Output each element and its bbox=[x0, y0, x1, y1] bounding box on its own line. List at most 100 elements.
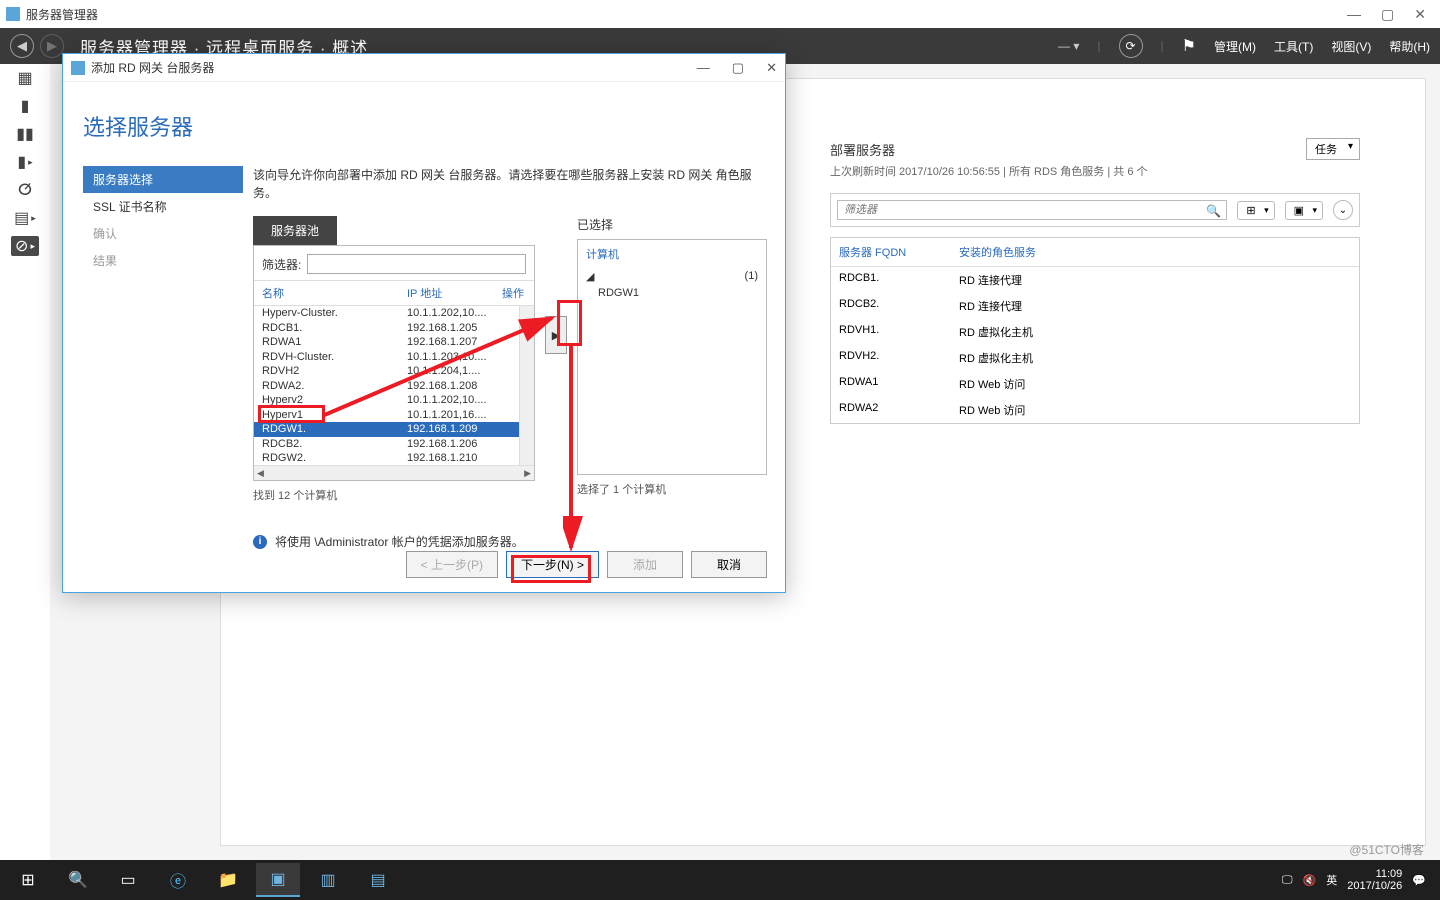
list-item: Hyperv210.1.1.202,10.... bbox=[254, 393, 534, 408]
col-roles[interactable]: 安装的角色服务 bbox=[959, 244, 1036, 260]
dialog-description: 该向导允许你向部署中添加 RD 网关 台服务器。请选择要在哪些服务器上安装 RD… bbox=[253, 166, 767, 202]
vscrollbar[interactable] bbox=[519, 306, 534, 465]
filter-pill-1[interactable]: ⊞ bbox=[1237, 201, 1274, 220]
refresh-button[interactable]: ⟳ bbox=[1119, 34, 1143, 58]
deploy-filter-input[interactable] bbox=[837, 200, 1227, 220]
col-fqdn[interactable]: 服务器 FQDN bbox=[839, 244, 959, 260]
add-rd-gateway-dialog: 添加 RD 网关 台服务器 — ▢ ✕ 选择服务器 服务器选择 SSL 证书名称… bbox=[62, 53, 786, 593]
selected-box: 计算机 ◢ (1) RDGW1 bbox=[577, 239, 767, 475]
explorer-icon[interactable]: 📁 bbox=[206, 863, 250, 897]
ime-indicator[interactable]: 英 bbox=[1326, 872, 1337, 888]
rail-rds-icon[interactable]: ⊘▸ bbox=[11, 236, 39, 256]
flag-icon[interactable]: ⚑ bbox=[1182, 36, 1196, 56]
wizard-steps: 服务器选择 SSL 证书名称 确认 结果 bbox=[63, 166, 243, 550]
search-button[interactable]: 🔍 bbox=[56, 863, 100, 897]
app-icon-2[interactable]: ▤ bbox=[356, 863, 400, 897]
col-name[interactable]: 名称 bbox=[262, 285, 407, 301]
start-button[interactable]: ⊞ bbox=[6, 863, 50, 897]
table-row[interactable]: RDVH1.RD 虚拟化主机 bbox=[831, 319, 1359, 345]
add-arrow-button[interactable]: ▶ bbox=[545, 316, 567, 354]
clock[interactable]: 11:09 2017/10/26 bbox=[1347, 868, 1402, 892]
list-item: Hyperv110.1.1.201,16.... bbox=[254, 408, 534, 423]
dash-indicator: — ▾ bbox=[1058, 39, 1079, 53]
deploy-title: 部署服务器 bbox=[830, 140, 1360, 159]
tab-server-pool[interactable]: 服务器池 bbox=[253, 216, 337, 245]
list-item: Hyperv-Cluster.10.1.1.202,10.... bbox=[254, 306, 534, 321]
server-pool-list[interactable]: Hyperv-Cluster.10.1.1.202,10.... RDCB1.1… bbox=[254, 305, 534, 465]
next-button[interactable]: 下一步(N) > bbox=[506, 551, 599, 578]
window-title: 服务器管理器 bbox=[26, 6, 98, 23]
selected-footer: 选择了 1 个计算机 bbox=[577, 481, 767, 497]
minimize-button[interactable]: — bbox=[1347, 6, 1361, 23]
back-button[interactable]: ◀ bbox=[10, 34, 34, 58]
filter-pill-2[interactable]: ▣ bbox=[1285, 201, 1323, 220]
rail-hyperv-icon[interactable]: ▤▸ bbox=[14, 208, 36, 228]
selected-col-header: 计算机 bbox=[586, 246, 758, 262]
app-icon bbox=[6, 7, 20, 21]
forward-button[interactable]: ▶ bbox=[40, 34, 64, 58]
table-row[interactable]: RDWA1RD Web 访问 bbox=[831, 371, 1359, 397]
tray-sound-icon[interactable]: 🔇 bbox=[1303, 874, 1317, 887]
found-count: 找到 12 个计算机 bbox=[253, 487, 535, 503]
list-item: RDGW2.192.168.1.210 bbox=[254, 451, 534, 465]
notifications-icon[interactable]: 💬 bbox=[1412, 874, 1426, 887]
rail-local-icon[interactable]: ▮ bbox=[14, 96, 36, 116]
add-button: 添加 bbox=[607, 551, 683, 578]
server-pool-box: 筛选器: 名称 IP 地址 操作 Hyperv-Cluster.10.1.1.2… bbox=[253, 245, 535, 481]
step-confirm: 确认 bbox=[83, 220, 243, 247]
list-item: RDCB2.192.168.1.206 bbox=[254, 437, 534, 452]
list-item: RDCB1.192.168.1.205 bbox=[254, 321, 534, 336]
dialog-heading: 选择服务器 bbox=[63, 82, 785, 142]
col-ip[interactable]: IP 地址 bbox=[407, 285, 502, 301]
list-item: RDWA2.192.168.1.208 bbox=[254, 379, 534, 394]
list-item: RDWA1192.168.1.207 bbox=[254, 335, 534, 350]
dialog-close-button[interactable]: ✕ bbox=[766, 60, 777, 76]
server-manager-icon[interactable]: ▣ bbox=[256, 863, 300, 897]
selected-heading: 已选择 bbox=[577, 216, 767, 233]
maximize-button[interactable]: ▢ bbox=[1381, 6, 1394, 23]
pool-filter-input[interactable] bbox=[307, 254, 526, 274]
menu-help[interactable]: 帮助(H) bbox=[1389, 38, 1430, 55]
dialog-minimize-button[interactable]: — bbox=[697, 60, 710, 76]
col-op[interactable]: 操作 bbox=[502, 285, 524, 301]
sidebar-rail: ▦ ▮ ▮▮ ▮▸ ⵚ ▤▸ ⊘▸ bbox=[0, 64, 50, 884]
list-item-selected: RDGW1.192.168.1.209 bbox=[254, 422, 534, 437]
search-icon[interactable]: 🔍 bbox=[1206, 204, 1221, 218]
prev-button: < 上一步(P) bbox=[406, 551, 498, 578]
step-ssl-cert[interactable]: SSL 证书名称 bbox=[83, 193, 243, 220]
tree-toggle-icon[interactable]: ◢ bbox=[586, 270, 594, 283]
window-titlebar: 服务器管理器 — ▢ ✕ bbox=[0, 0, 1440, 28]
menu-tools[interactable]: 工具(T) bbox=[1274, 38, 1313, 55]
taskbar: ⊞ 🔍 ▭ ⓔ 📁 ▣ ▥ ▤ 🖵 🔇 英 11:09 2017/10/26 💬 bbox=[0, 860, 1440, 900]
info-icon: i bbox=[253, 535, 267, 549]
deploy-panel: 部署服务器 上次刷新时间 2017/10/26 10:56:55 | 所有 RD… bbox=[830, 140, 1360, 424]
rail-all-icon[interactable]: ▮▮ bbox=[14, 124, 36, 144]
hscrollbar[interactable]: ◀▶ bbox=[254, 465, 534, 480]
table-row[interactable]: RDCB2.RD 连接代理 bbox=[831, 293, 1359, 319]
dialog-title: 添加 RD 网关 台服务器 bbox=[91, 59, 214, 76]
step-server-select[interactable]: 服务器选择 bbox=[83, 166, 243, 193]
menu-view[interactable]: 视图(V) bbox=[1331, 38, 1371, 55]
cancel-button[interactable]: 取消 bbox=[691, 551, 767, 578]
table-row[interactable]: RDCB1.RD 连接代理 bbox=[831, 267, 1359, 293]
table-row[interactable]: RDWA2RD Web 访问 bbox=[831, 397, 1359, 423]
dialog-icon bbox=[71, 61, 85, 75]
selected-count: (1) bbox=[745, 270, 758, 283]
table-row[interactable]: RDVH2.RD 虚拟化主机 bbox=[831, 345, 1359, 371]
deploy-table: 服务器 FQDN 安装的角色服务 RDCB1.RD 连接代理 RDCB2.RD … bbox=[830, 237, 1360, 424]
app-icon-1[interactable]: ▥ bbox=[306, 863, 350, 897]
ie-icon[interactable]: ⓔ bbox=[156, 863, 200, 897]
tasks-dropdown[interactable]: 任务 bbox=[1306, 138, 1360, 160]
tray-network-icon[interactable]: 🖵 bbox=[1282, 874, 1293, 887]
selected-item[interactable]: RDGW1 bbox=[586, 287, 758, 299]
rail-dashboard-icon[interactable]: ▦ bbox=[14, 68, 36, 88]
dialog-maximize-button[interactable]: ▢ bbox=[732, 60, 744, 76]
menu-manage[interactable]: 管理(M) bbox=[1214, 38, 1256, 55]
deploy-filterbar: 🔍 ⊞ ▣ ⌄ bbox=[830, 193, 1360, 227]
rail-files-icon[interactable]: ▮▸ bbox=[14, 152, 36, 172]
rail-iis-icon[interactable]: ⵚ bbox=[14, 180, 36, 200]
taskview-button[interactable]: ▭ bbox=[106, 863, 150, 897]
expand-button[interactable]: ⌄ bbox=[1333, 200, 1353, 220]
close-button[interactable]: ✕ bbox=[1414, 6, 1426, 23]
filter-label: 筛选器: bbox=[262, 256, 301, 273]
